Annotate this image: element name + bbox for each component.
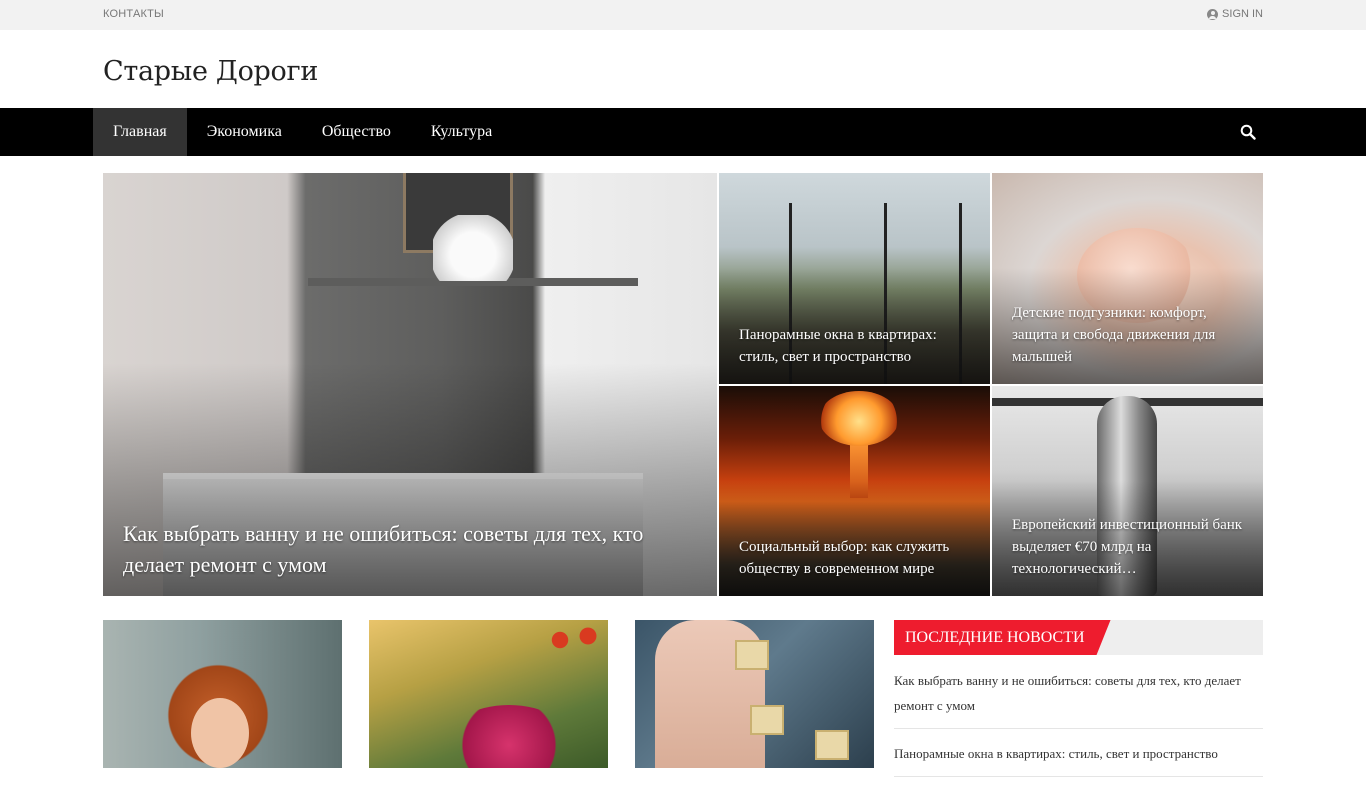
article-card-2[interactable] xyxy=(369,620,608,768)
bathroom-image-statue xyxy=(433,215,513,281)
article-card-3[interactable] xyxy=(635,620,874,768)
top-bar: КОНТАКТЫ SIGN IN xyxy=(0,0,1366,30)
article-card-1[interactable] xyxy=(103,620,342,768)
explosion-image xyxy=(819,391,899,446)
featured-title: Панорамные окна в квартирах: стиль, свет… xyxy=(739,327,937,365)
user-icon xyxy=(1207,8,1219,20)
nav-item-economy[interactable]: Экономика xyxy=(187,108,302,156)
featured-title: Социальный выбор: как служить обществу в… xyxy=(739,539,950,577)
featured-article-5[interactable]: Европейский инвестиционный банк выделяет… xyxy=(992,386,1263,596)
search-button[interactable] xyxy=(1240,124,1256,140)
featured-article-3[interactable]: Детские подгузники: комфорт, защита и св… xyxy=(992,173,1263,384)
featured-title: Как выбрать ванну и не ошибиться: советы… xyxy=(123,521,644,577)
featured-title: Европейский инвестиционный банк выделяет… xyxy=(1012,517,1243,577)
site-title[interactable]: Старые Дороги xyxy=(103,56,318,87)
contacts-link[interactable]: КОНТАКТЫ xyxy=(103,8,164,20)
masthead: Старые Дороги xyxy=(0,30,1366,108)
main-navigation: Главная Экономика Общество Культура xyxy=(0,108,1366,156)
latest-news-widget: ПОСЛЕДНИЕ НОВОСТИ Как выбрать ванну и не… xyxy=(894,620,1263,789)
featured-grid: Как выбрать ванну и не ошибиться: советы… xyxy=(103,173,1263,596)
featured-article-1[interactable]: Как выбрать ванну и не ошибиться: советы… xyxy=(103,173,717,596)
nav-item-culture[interactable]: Культура xyxy=(411,108,512,156)
sign-in-link[interactable]: SIGN IN xyxy=(1207,8,1263,20)
featured-article-2[interactable]: Панорамные окна в квартирах: стиль, свет… xyxy=(719,173,990,384)
nav-item-society[interactable]: Общество xyxy=(302,108,411,156)
latest-news-header: ПОСЛЕДНИЕ НОВОСТИ xyxy=(894,620,1263,655)
list-item[interactable]: Как выбрать ванну и не ошибиться: советы… xyxy=(894,668,1263,729)
latest-news-heading: ПОСЛЕДНИЕ НОВОСТИ xyxy=(894,620,1111,655)
latest-news-list: Как выбрать ванну и не ошибиться: советы… xyxy=(894,668,1263,777)
woman-image xyxy=(191,698,249,768)
featured-title: Детские подгузники: комфорт, защита и св… xyxy=(1012,305,1216,365)
featured-article-4[interactable]: Социальный выбор: как служить обществу в… xyxy=(719,386,990,596)
nav-item-home[interactable]: Главная xyxy=(93,108,187,156)
sign-in-label: SIGN IN xyxy=(1222,8,1263,20)
list-item[interactable]: Панорамные окна в квартирах: стиль, свет… xyxy=(894,741,1263,777)
flowers-image xyxy=(444,705,574,768)
search-icon xyxy=(1240,124,1256,140)
